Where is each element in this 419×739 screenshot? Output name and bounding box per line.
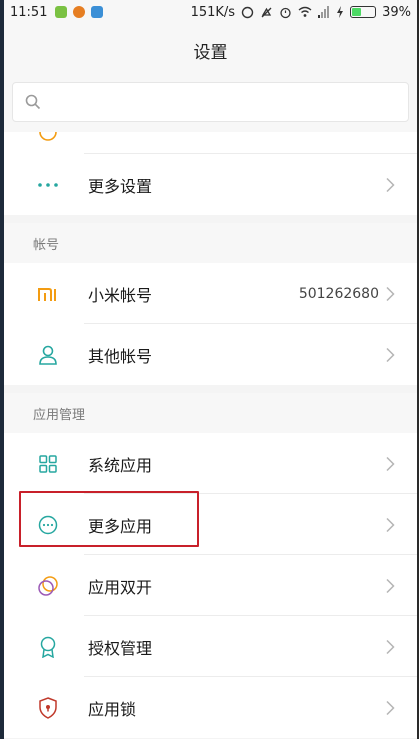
more-dots-icon (31, 182, 65, 188)
chevron-right-icon (386, 286, 395, 301)
sync-icon (241, 6, 254, 18)
battery-percent: 39% (382, 4, 411, 20)
mi-account-id: 501262680 (298, 285, 379, 302)
person-icon (31, 345, 65, 365)
system-apps-item[interactable]: 系统应用 (4, 433, 417, 494)
dual-apps-item[interactable]: 应用双开 (4, 555, 417, 616)
system-apps-label: 系统应用 (88, 455, 153, 475)
chevron-right-icon (386, 177, 395, 192)
net-speed: 151K/s (190, 4, 236, 20)
search-input[interactable] (12, 82, 409, 122)
wifi-icon (298, 6, 312, 17)
app-lock-label: 应用锁 (88, 699, 137, 719)
cloud-icon (91, 6, 104, 18)
alarm-icon (280, 7, 291, 18)
chevron-right-icon (386, 347, 395, 362)
charging-icon (337, 6, 344, 18)
more-apps-label: 更多应用 (88, 516, 153, 536)
page-title: 设置 (193, 42, 228, 63)
mi-account-item[interactable]: 小米帐号 501262680 (4, 263, 417, 324)
chevron-right-icon (386, 639, 395, 654)
chevron-right-icon (386, 456, 395, 471)
account-section-header: 帐号 (4, 223, 417, 263)
dual-circles-icon (31, 575, 65, 597)
search-icon (25, 94, 41, 110)
silent-icon (261, 7, 272, 17)
app-lock-item[interactable]: 应用锁 (4, 677, 417, 738)
chevron-right-icon (386, 700, 395, 715)
grid-icon (31, 454, 65, 473)
shield-lock-icon (31, 696, 65, 719)
chevron-right-icon (386, 578, 395, 593)
notification-app-icon (55, 6, 68, 18)
left-edge (0, 0, 4, 739)
chevron-right-icon (386, 517, 395, 532)
badge-icon (31, 636, 65, 658)
more-settings-label: 更多设置 (88, 176, 153, 196)
status-time: 11:51 (10, 4, 48, 20)
battery-icon (350, 6, 377, 18)
more-settings-item[interactable]: 更多设置 (4, 154, 417, 215)
page-title-bar: 设置 (4, 24, 417, 76)
more-apps-item[interactable]: 更多应用 (4, 494, 417, 555)
permissions-label: 授权管理 (88, 638, 153, 658)
search-container (4, 76, 417, 132)
more-circle-icon (31, 515, 65, 535)
settings-list[interactable]: 更多设置 帐号 小米帐号 501262680 其他帐号 应用管理 系统应用 更多… (4, 110, 417, 739)
permissions-item[interactable]: 授权管理 (4, 616, 417, 677)
other-accounts-label: 其他帐号 (88, 346, 153, 366)
mi-account-label: 小米帐号 (88, 285, 153, 305)
status-bar: 11:51 151K/s 39% (4, 0, 417, 24)
signal-icon (318, 6, 330, 18)
mi-logo-icon (31, 286, 65, 302)
other-accounts-item[interactable]: 其他帐号 (4, 324, 417, 385)
dual-apps-label: 应用双开 (88, 577, 153, 597)
weibo-icon (73, 6, 86, 18)
apps-section-header: 应用管理 (4, 393, 417, 433)
